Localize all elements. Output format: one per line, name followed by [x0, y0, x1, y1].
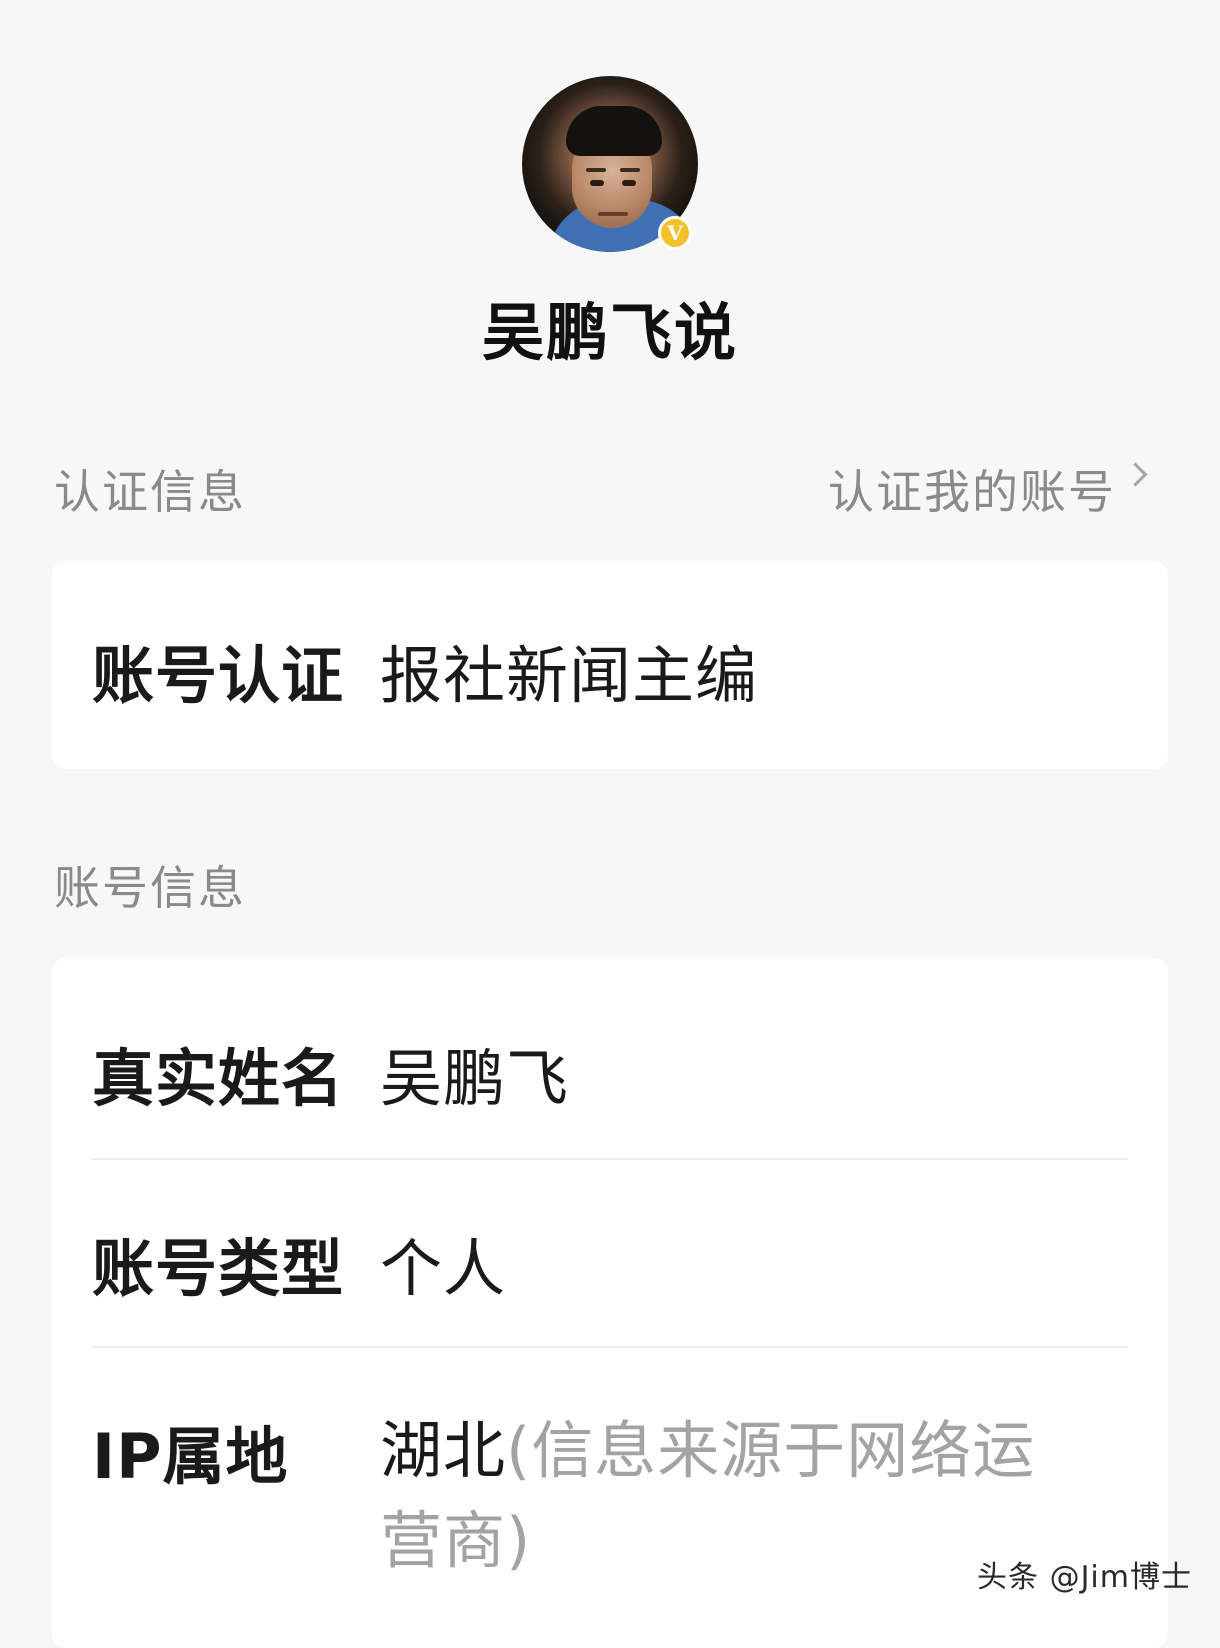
- avatar-eye-right: [622, 180, 636, 186]
- real-name-value: 吴鹏飞: [380, 1042, 570, 1115]
- ip-location-label: IP属地: [92, 1420, 289, 1493]
- real-name-label: 真实姓名: [92, 1042, 345, 1115]
- account-section-title: 账号信息: [54, 861, 246, 915]
- divider: [92, 1346, 1128, 1348]
- ip-location-value: 湖北(信息来源于网络运营商): [380, 1406, 1070, 1586]
- chevron-right-icon[interactable]: [1123, 462, 1148, 487]
- avatar-eye-left: [590, 180, 604, 186]
- verified-badge-icon: V: [658, 216, 692, 250]
- certification-card: 账号认证 报社新闻主编: [52, 561, 1168, 769]
- avatar-brow-left: [586, 168, 606, 172]
- avatar-hair: [566, 106, 662, 156]
- account-type-label: 账号类型: [92, 1232, 345, 1305]
- profile-name: 吴鹏飞说: [481, 296, 738, 369]
- avatar-mouth: [598, 212, 628, 216]
- ip-region: 湖北: [380, 1414, 507, 1487]
- certify-my-account-link[interactable]: 认证我的账号: [828, 456, 1116, 522]
- account-type-value: 个人: [380, 1232, 507, 1305]
- account-info-card: 真实姓名 吴鹏飞 账号类型 个人 IP属地 湖北(信息来源于网络运营商): [52, 958, 1168, 1648]
- divider: [92, 1158, 1128, 1160]
- avatar-brow-right: [620, 168, 640, 172]
- certification-value: 报社新闻主编: [380, 639, 759, 712]
- certification-label: 账号认证: [92, 639, 345, 712]
- certification-section-title: 认证信息: [54, 465, 246, 519]
- profile-avatar-wrap[interactable]: V: [522, 76, 698, 252]
- watermark: 头条 @Jim博士: [977, 1560, 1192, 1595]
